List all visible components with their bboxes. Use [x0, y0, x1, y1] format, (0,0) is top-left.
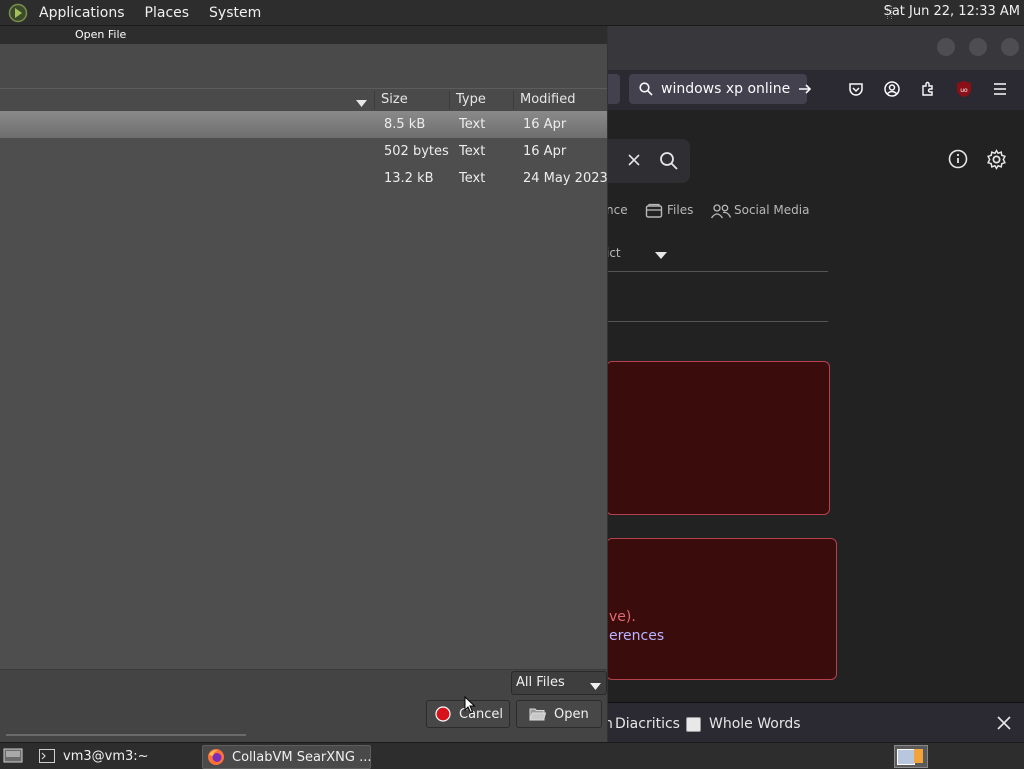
taskbar-item-firefox[interactable]: CollabVM SearXNG ...	[202, 745, 372, 769]
address-bar-text: windows xp online	[661, 81, 791, 97]
category-tab-partial[interactable]: nce	[606, 203, 628, 217]
error-box	[606, 361, 830, 515]
search-submit-icon[interactable]	[659, 151, 679, 175]
go-arrow-icon[interactable]	[798, 82, 812, 96]
error-box: ve). erences	[606, 538, 837, 680]
pocket-icon[interactable]	[845, 78, 867, 100]
workspace-switcher[interactable]	[894, 745, 928, 768]
file-type: Text	[459, 144, 486, 159]
taskbar-item-label: vm3@vm3:~	[63, 748, 149, 764]
minimize-button[interactable]	[937, 38, 955, 56]
firefox-icon	[207, 748, 225, 766]
column-header-size[interactable]: Size	[381, 92, 408, 107]
cancel-icon	[435, 706, 451, 722]
file-row[interactable]: 13.2 kB Text 24 May 2023	[0, 165, 608, 192]
file-row[interactable]: 502 bytes Text 16 Apr	[0, 138, 607, 165]
clock[interactable]: Sat Jun 22, 12:33 AM	[884, 4, 1020, 19]
top-panel: Applications Places System Sat Jun 22, 1…	[0, 0, 1024, 26]
file-modified: 16 Apr	[523, 144, 567, 159]
open-button[interactable]: Open	[516, 700, 602, 728]
file-size: 8.5 kB	[384, 117, 426, 132]
svg-text:uo: uo	[960, 87, 968, 94]
info-icon[interactable]	[948, 149, 968, 173]
file-type: Text	[459, 117, 486, 132]
horizontal-scrollbar[interactable]	[6, 734, 246, 736]
mouse-cursor-icon	[464, 695, 476, 718]
terminal-icon	[39, 749, 55, 763]
dialog-titlebar[interactable]: Open File	[0, 26, 607, 44]
maximize-button[interactable]	[969, 38, 987, 56]
menu-applications[interactable]: Applications	[32, 5, 132, 21]
tab-strip-fragment	[608, 74, 620, 104]
social-media-category-icon	[710, 203, 732, 223]
address-bar[interactable]: windows xp online	[629, 74, 812, 104]
sort-indicator-icon[interactable]	[356, 96, 367, 111]
dialog-location-area	[0, 44, 607, 88]
whole-words-label[interactable]: Whole Words	[709, 716, 801, 732]
show-desktop-icon[interactable]	[3, 747, 23, 768]
menu-system[interactable]: System	[202, 5, 268, 21]
search-icon	[639, 82, 653, 96]
safesearch-select-partial[interactable]: ict	[606, 246, 621, 260]
find-bar: n Diacritics Whole Words	[604, 702, 1024, 743]
file-modified: 24 May 2023	[523, 171, 608, 186]
hamburger-menu-icon[interactable]	[989, 78, 1011, 100]
file-filter-select[interactable]: All Files	[511, 671, 607, 695]
file-filter-value: All Files	[516, 675, 565, 690]
match-diacritics-label[interactable]: Diacritics	[615, 716, 680, 732]
account-icon[interactable]	[881, 78, 903, 100]
close-window-button[interactable]	[1001, 38, 1019, 56]
clear-search-icon[interactable]	[626, 152, 642, 172]
file-list-header: Size Type Modified	[0, 88, 607, 112]
column-separator	[374, 91, 375, 109]
column-header-type[interactable]: Type	[456, 92, 486, 107]
ublock-icon[interactable]: uo	[953, 78, 975, 100]
close-findbar-icon[interactable]	[997, 716, 1011, 734]
dialog-title: Open File	[75, 28, 127, 41]
extensions-icon[interactable]	[917, 78, 939, 100]
file-type: Text	[459, 171, 486, 186]
taskbar-item-terminal[interactable]: vm3@vm3:~	[32, 745, 198, 767]
file-size: 502 bytes	[384, 144, 449, 159]
dropdown-chevron-icon[interactable]	[654, 249, 668, 264]
file-modified: 16 Apr	[523, 117, 567, 132]
category-tab-files[interactable]: Files	[667, 203, 693, 217]
settings-gear-icon[interactable]	[986, 149, 1007, 174]
file-row[interactable]: 8.5 kB Text 16 Apr	[0, 111, 607, 138]
divider	[608, 271, 828, 272]
error-text-partial: ve).	[609, 609, 636, 625]
open-label: Open	[554, 706, 589, 722]
preferences-link-partial[interactable]: erences	[609, 628, 664, 644]
whole-words-checkbox[interactable]	[686, 717, 701, 732]
chevron-down-icon	[590, 679, 601, 694]
column-separator	[449, 91, 450, 109]
files-category-icon	[645, 203, 663, 223]
column-separator	[513, 91, 514, 109]
file-size: 13.2 kB	[384, 171, 434, 186]
category-tab-social-media[interactable]: Social Media	[734, 203, 809, 217]
column-header-modified[interactable]: Modified	[520, 92, 575, 107]
divider	[608, 321, 828, 322]
menu-places[interactable]: Places	[138, 5, 197, 21]
folder-open-icon	[529, 707, 546, 721]
distro-logo-icon[interactable]	[8, 3, 28, 23]
taskbar-item-label: CollabVM SearXNG ...	[232, 749, 372, 765]
